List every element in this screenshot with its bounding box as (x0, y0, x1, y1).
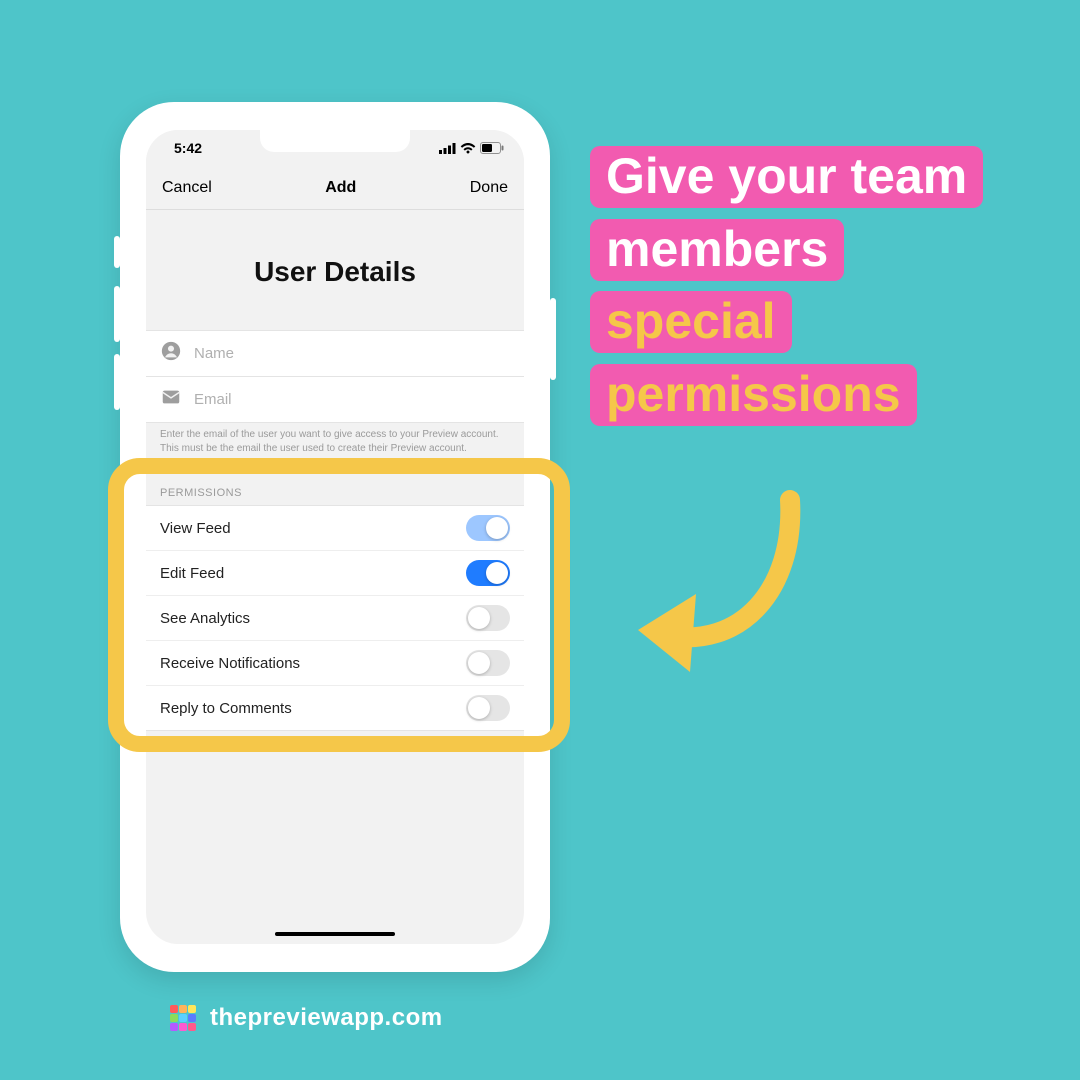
logo-icon (170, 1005, 196, 1031)
cancel-button[interactable]: Cancel (162, 179, 212, 197)
permission-toggle[interactable] (466, 605, 510, 631)
phone-side-button (114, 286, 120, 342)
permissions-list: View Feed Edit Feed See Analytics Receive N… (146, 505, 524, 731)
permission-label: See Analytics (160, 610, 250, 627)
permission-row: View Feed (146, 506, 524, 551)
permission-row: Reply to Comments (146, 686, 524, 730)
arrow-icon (620, 480, 820, 700)
home-indicator (275, 932, 395, 936)
navbar-title: Add (325, 179, 356, 197)
permission-toggle[interactable] (466, 650, 510, 676)
navbar: Cancel Add Done (146, 166, 524, 210)
permission-label: Receive Notifications (160, 655, 300, 672)
permission-toggle[interactable] (466, 515, 510, 541)
permission-toggle[interactable] (466, 560, 510, 586)
phone-notch (260, 130, 410, 152)
content-area: User Details Enter the email of the user… (146, 210, 524, 731)
phone-side-button (114, 236, 120, 268)
callout-line: members (590, 219, 844, 281)
status-icons (439, 142, 504, 154)
callout-text: Give your team members special permissio… (590, 140, 983, 430)
name-row[interactable] (146, 330, 524, 377)
status-time: 5:42 (174, 140, 202, 156)
permission-row: Receive Notifications (146, 641, 524, 686)
phone-frame: 5:42 Cancel Add Done User Details (120, 102, 550, 972)
email-icon (160, 386, 182, 413)
phone-side-button (114, 354, 120, 410)
phone-side-button (550, 298, 556, 380)
footer-url: thepreviewapp.com (210, 1004, 443, 1032)
callout-line: Give your team (590, 146, 983, 208)
permissions-label: PERMISSIONS (146, 465, 524, 505)
name-input[interactable] (194, 345, 510, 362)
callout-line: special (590, 291, 792, 353)
battery-icon (480, 142, 504, 154)
callout-line: permissions (590, 364, 917, 426)
page-title: User Details (146, 210, 524, 330)
cellular-icon (439, 143, 456, 154)
permission-toggle[interactable] (466, 695, 510, 721)
footer: thepreviewapp.com (170, 1004, 443, 1032)
email-input[interactable] (194, 391, 510, 408)
permission-row: Edit Feed (146, 551, 524, 596)
phone-screen: 5:42 Cancel Add Done User Details (146, 130, 524, 944)
permission-label: Edit Feed (160, 565, 224, 582)
permission-label: View Feed (160, 520, 231, 537)
permission-label: Reply to Comments (160, 700, 292, 717)
person-icon (160, 340, 182, 367)
done-button[interactable]: Done (470, 179, 508, 197)
email-row[interactable] (146, 376, 524, 423)
helper-text: Enter the email of the user you want to … (146, 422, 524, 465)
wifi-icon (460, 143, 476, 154)
permission-row: See Analytics (146, 596, 524, 641)
